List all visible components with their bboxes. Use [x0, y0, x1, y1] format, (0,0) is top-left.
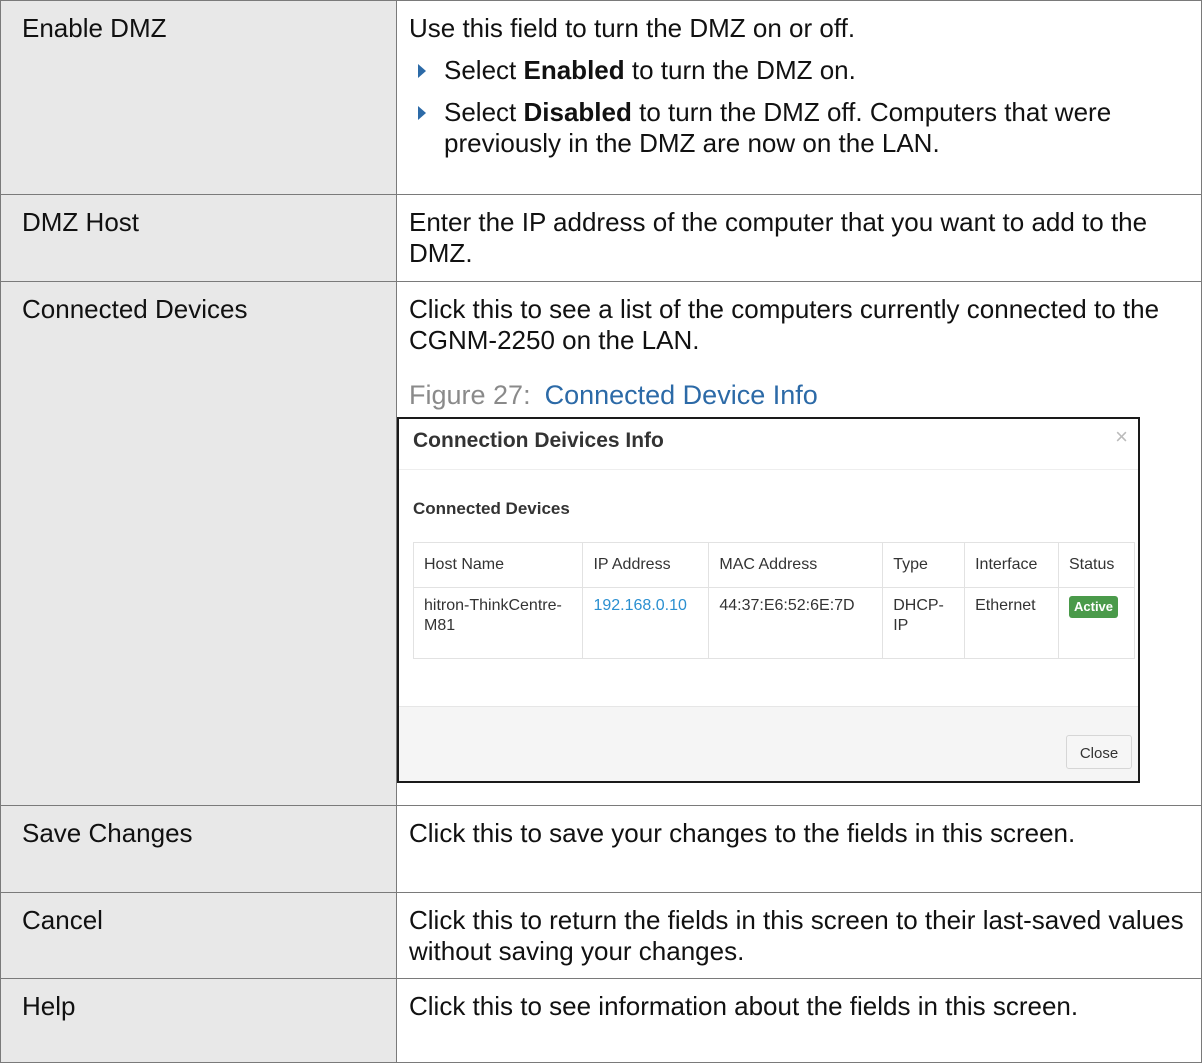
bullet-triangle-icon	[418, 106, 426, 120]
field-description: Use this field to turn the DMZ on or off…	[396, 0, 1202, 195]
table-row: Help Click this to see information about…	[0, 978, 1202, 1063]
field-description: Click this to save your changes to the f…	[396, 805, 1202, 893]
close-button[interactable]: Close	[1066, 735, 1132, 769]
figure-caption: Figure 27: Connected Device Info	[409, 380, 1193, 411]
column-header: Interface	[964, 542, 1059, 588]
field-description-table: Enable DMZ Use this field to turn the DM…	[0, 0, 1202, 1063]
devices-table: Host Name IP Address MAC Address Type In…	[412, 542, 1135, 659]
field-label: Help	[0, 978, 397, 1063]
field-description: Click this to see information about the …	[396, 978, 1202, 1063]
field-description: Enter the IP address of the computer tha…	[396, 194, 1202, 282]
table-row: Save Changes Click this to save your cha…	[0, 805, 1202, 893]
field-label: Connected Devices	[0, 281, 397, 806]
column-header: MAC Address	[708, 542, 884, 588]
bullet-disabled: Select Disabled to turn the DMZ off. Com…	[409, 97, 1193, 159]
close-icon[interactable]: ×	[1115, 426, 1128, 448]
type-cell: DHCP-IP	[882, 587, 966, 659]
interface-cell: Ethernet	[964, 587, 1059, 659]
field-description: Click this to see a list of the computer…	[396, 281, 1202, 806]
divider	[399, 469, 1138, 470]
column-header: Status	[1058, 542, 1135, 588]
status-cell: Active	[1058, 587, 1135, 659]
dialog-subtitle: Connected Devices	[413, 499, 570, 518]
column-header: Type	[882, 542, 966, 588]
field-label: Cancel	[0, 892, 397, 979]
field-label: DMZ Host	[0, 194, 397, 282]
bullet-triangle-icon	[418, 64, 426, 78]
column-header: Host Name	[412, 542, 584, 588]
bullet-text: Select Enabled to turn the DMZ on.	[444, 55, 856, 85]
dialog-title: Connection Deivices Info	[413, 429, 664, 452]
table-header-row: Host Name IP Address MAC Address Type In…	[412, 542, 1135, 588]
dialog-footer: Close	[399, 706, 1138, 781]
description-text: Use this field to turn the DMZ on or off…	[409, 13, 856, 43]
table-row: DMZ Host Enter the IP address of the com…	[0, 194, 1202, 282]
figure-title: Connected Device Info	[544, 380, 818, 410]
table-row: Enable DMZ Use this field to turn the DM…	[0, 0, 1202, 195]
host-name-cell: hitron-ThinkCentre-M81	[412, 587, 584, 659]
table-row: Cancel Click this to return the fields i…	[0, 892, 1202, 979]
bullet-text: Select Disabled to turn the DMZ off. Com…	[444, 97, 1112, 158]
field-description: Click this to return the fields in this …	[396, 892, 1202, 979]
mac-address-cell: 44:37:E6:52:6E:7D	[708, 587, 884, 659]
description-text: Click this to see a list of the computer…	[409, 294, 1160, 355]
column-header: IP Address	[582, 542, 710, 588]
field-label: Enable DMZ	[0, 0, 397, 195]
ip-address-link[interactable]: 192.168.0.10	[582, 587, 710, 659]
bullet-enabled: Select Enabled to turn the DMZ on.	[409, 55, 1193, 86]
figure-number: Figure 27:	[409, 380, 531, 410]
status-badge: Active	[1069, 596, 1119, 618]
table-row: Connected Devices Click this to see a li…	[0, 281, 1202, 806]
connected-devices-dialog: Connection Deivices Info × Connected Dev…	[397, 417, 1140, 783]
field-label: Save Changes	[0, 805, 397, 893]
table-row: hitron-ThinkCentre-M81 192.168.0.10 44:3…	[412, 587, 1135, 659]
